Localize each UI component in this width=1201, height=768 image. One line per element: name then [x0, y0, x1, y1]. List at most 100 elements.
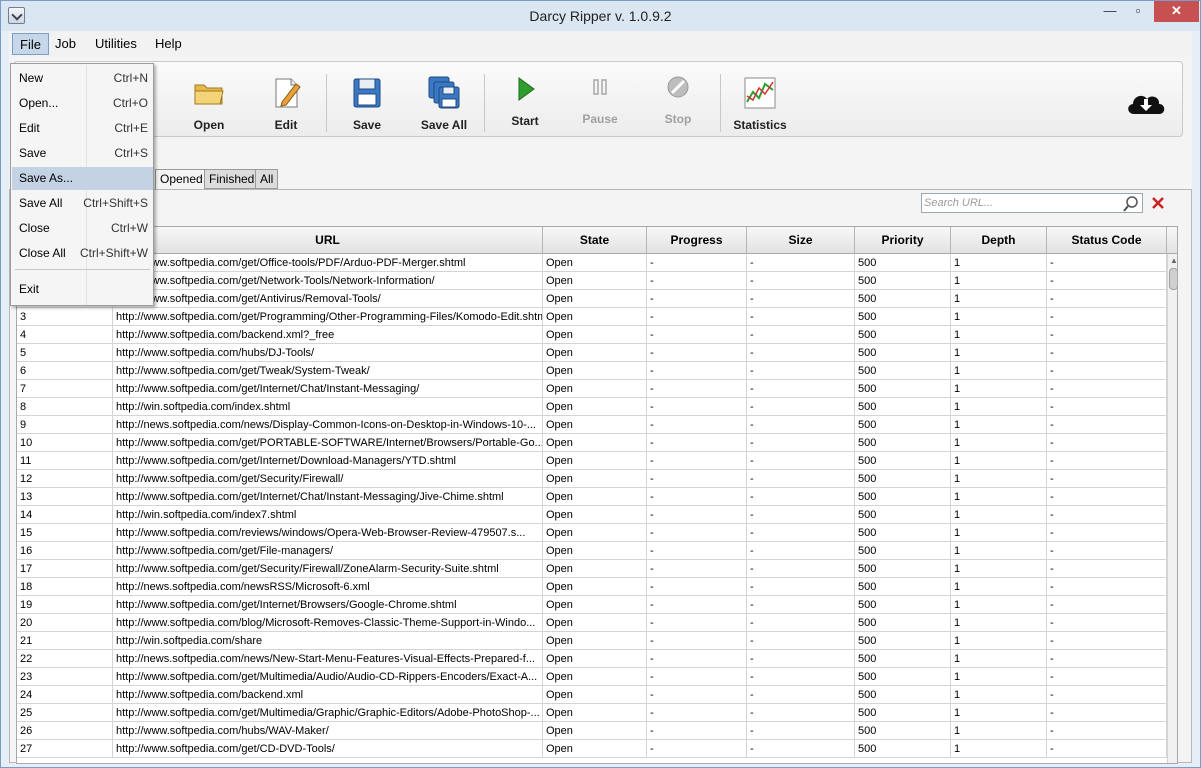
- table-row[interactable]: 21 http://win.softpedia.com/share Open - -50…: [17, 632, 1167, 650]
- vertical-scrollbar[interactable]: ▲: [1167, 254, 1177, 763]
- table-row[interactable]: 19 http://www.softpedia.com/get/Internet/…: [17, 596, 1167, 614]
- row-url: http://www.softpedia.com/get/Multimedia/…: [113, 704, 543, 722]
- table-row[interactable]: 5 http://www.softpedia.com/hubs/DJ-Tools/…: [17, 344, 1167, 362]
- column-header-state[interactable]: State: [543, 227, 647, 254]
- column-header-size[interactable]: Size: [747, 227, 855, 254]
- menu-item-save-all[interactable]: Save All Ctrl+Shift+S: [12, 192, 153, 215]
- row-size: -: [747, 452, 855, 470]
- table-row[interactable]: 11 http://www.softpedia.com/get/Internet/…: [17, 452, 1167, 470]
- cloud-download-icon[interactable]: [1124, 88, 1168, 118]
- row-depth: 1: [951, 542, 1047, 560]
- scroll-up-icon[interactable]: ▲: [1169, 256, 1177, 266]
- row-state: Open: [543, 578, 647, 596]
- row-url: http://www.softpedia.com/get/Multimedia/…: [113, 668, 543, 686]
- table-row[interactable]: http://www.softpedia.com/get/Antivirus/R…: [17, 290, 1167, 308]
- menu-item-exit[interactable]: Exit: [12, 278, 153, 301]
- menu-job[interactable]: Job: [48, 33, 83, 55]
- menu-item-save[interactable]: Save Ctrl+S: [12, 142, 153, 165]
- row-status-code: -: [1047, 272, 1167, 290]
- row-state: Open: [543, 506, 647, 524]
- table-row[interactable]: 10 http://www.softpedia.com/get/PORTABLE-…: [17, 434, 1167, 452]
- table-row[interactable]: 3 http://www.softpedia.com/get/Programmin…: [17, 308, 1167, 326]
- table-row[interactable]: 12 http://www.softpedia.com/get/Security/…: [17, 470, 1167, 488]
- maximize-button[interactable]: ▫: [1125, 1, 1151, 22]
- menu-item-label: Open...: [19, 96, 59, 110]
- stop-button[interactable]: Stop: [641, 66, 715, 130]
- table-row[interactable]: 22 http://news.softpedia.com/news/New-Sta…: [17, 650, 1167, 668]
- statistics-button[interactable]: Statistics: [723, 72, 797, 136]
- save-all-button[interactable]: Save All: [407, 72, 481, 136]
- pause-button[interactable]: Pause: [563, 66, 637, 130]
- tab-opened[interactable]: Opened: [155, 169, 208, 190]
- table-row[interactable]: 9 http://news.softpedia.com/news/Display-…: [17, 416, 1167, 434]
- row-status-code: -: [1047, 308, 1167, 326]
- table-row[interactable]: 26 http://www.softpedia.com/hubs/WAV-Make…: [17, 722, 1167, 740]
- row-state: Open: [543, 722, 647, 740]
- close-window-button[interactable]: ✕: [1154, 1, 1199, 22]
- menu-item-edit[interactable]: Edit Ctrl+E: [12, 117, 153, 140]
- url-table: URL State Progress Size Priority Depth S…: [16, 226, 1178, 764]
- row-depth: 1: [951, 470, 1047, 488]
- column-header-url[interactable]: URL: [113, 227, 543, 254]
- table-row[interactable]: 27 http://www.softpedia.com/get/CD-DVD-To…: [17, 740, 1167, 758]
- table-row[interactable]: 23 http://www.softpedia.com/get/Multimedi…: [17, 668, 1167, 686]
- table-row[interactable]: 25 http://www.softpedia.com/get/Multimedi…: [17, 704, 1167, 722]
- row-state: Open: [543, 362, 647, 380]
- tab-finished[interactable]: Finished: [204, 169, 260, 189]
- menu-utilities[interactable]: Utilities: [88, 33, 144, 55]
- scrollbar-thumb[interactable]: [1169, 268, 1177, 290]
- search-box: [921, 193, 1143, 213]
- table-row[interactable]: 14 http://win.softpedia.com/index7.shtml O…: [17, 506, 1167, 524]
- search-input[interactable]: [924, 195, 1120, 211]
- row-state: Open: [543, 452, 647, 470]
- row-priority: 500: [855, 668, 951, 686]
- table-row[interactable]: 7 http://www.softpedia.com/get/Internet/C…: [17, 380, 1167, 398]
- table-row[interactable]: 24 http://www.softpedia.com/backend.xml Op…: [17, 686, 1167, 704]
- menu-item-close[interactable]: Close Ctrl+W: [12, 217, 153, 240]
- row-state: Open: [543, 326, 647, 344]
- row-depth: 1: [951, 506, 1047, 524]
- close-icon[interactable]: [1150, 195, 1166, 211]
- row-status-code: -: [1047, 560, 1167, 578]
- menu-help[interactable]: Help: [148, 33, 189, 55]
- column-header-priority[interactable]: Priority: [855, 227, 951, 254]
- menu-item-open[interactable]: Open... Ctrl+O: [12, 92, 153, 115]
- table-row[interactable]: 15 http://www.softpedia.com/reviews/windo…: [17, 524, 1167, 542]
- open-button[interactable]: Open: [172, 72, 246, 136]
- stop-icon: [667, 76, 689, 98]
- start-button[interactable]: Start: [488, 68, 562, 132]
- table-row[interactable]: 18 http://news.softpedia.com/newsRSS/Micr…: [17, 578, 1167, 596]
- row-depth: 1: [951, 722, 1047, 740]
- menu-file[interactable]: File: [12, 33, 49, 55]
- table-row[interactable]: 20 http://www.softpedia.com/blog/Microsof…: [17, 614, 1167, 632]
- table-header: URL State Progress Size Priority Depth S…: [17, 227, 1177, 254]
- table-row[interactable]: 8 http://win.softpedia.com/index.shtml Ope…: [17, 398, 1167, 416]
- row-index: 14: [17, 506, 113, 524]
- row-size: -: [747, 686, 855, 704]
- row-size: -: [747, 632, 855, 650]
- menu-item-close-all[interactable]: Close All Ctrl+Shift+W: [12, 242, 153, 265]
- menu-item-new[interactable]: New Ctrl+N: [12, 67, 153, 90]
- title-bar[interactable]: Darcy Ripper v. 1.0.9.2 — ▫ ✕: [1, 1, 1200, 31]
- column-header-depth[interactable]: Depth: [951, 227, 1047, 254]
- column-header-status-code[interactable]: Status Code: [1047, 227, 1167, 254]
- minimize-button[interactable]: —: [1097, 1, 1123, 22]
- save-button[interactable]: Save: [330, 72, 404, 136]
- menu-item-shortcut: Ctrl+W: [111, 221, 148, 235]
- tab-all[interactable]: All: [255, 169, 279, 189]
- table-row[interactable]: http://www.softpedia.com/get/Office-tool…: [17, 254, 1167, 272]
- row-url: http://www.softpedia.com/backend.xml: [113, 686, 543, 704]
- row-state: Open: [543, 488, 647, 506]
- table-row[interactable]: 16 http://www.softpedia.com/get/File-mana…: [17, 542, 1167, 560]
- row-index: 22: [17, 650, 113, 668]
- table-row[interactable]: 17 http://www.softpedia.com/get/Security/…: [17, 560, 1167, 578]
- search-icon[interactable]: [1122, 195, 1140, 213]
- menu-item-save-as[interactable]: Save As...: [12, 167, 153, 190]
- table-row[interactable]: http://www.softpedia.com/get/Network-Too…: [17, 272, 1167, 290]
- table-row[interactable]: 4 http://www.softpedia.com/backend.xml?_f…: [17, 326, 1167, 344]
- table-row[interactable]: 6 http://www.softpedia.com/get/Tweak/Syst…: [17, 362, 1167, 380]
- table-row[interactable]: 13 http://www.softpedia.com/get/Internet/…: [17, 488, 1167, 506]
- row-status-code: -: [1047, 650, 1167, 668]
- edit-button[interactable]: Edit: [249, 72, 323, 136]
- column-header-progress[interactable]: Progress: [647, 227, 747, 254]
